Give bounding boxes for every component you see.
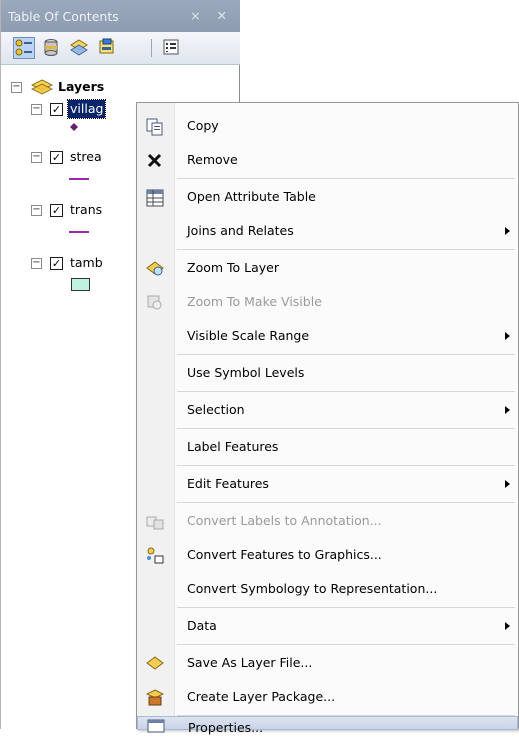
toc-title-bar: Table Of Contents ⨯ ✕ <box>1 0 240 32</box>
menu-item-edit-features[interactable]: Edit Features <box>137 467 518 501</box>
menu-item-save-as-layer-file[interactable]: Save As Layer File... <box>137 646 518 680</box>
submenu-arrow-icon <box>505 480 510 488</box>
menu-separator <box>177 502 515 503</box>
line-symbol <box>69 231 89 233</box>
menu-item-convert-symbology-to-representation[interactable]: Convert Symbology to Representation... <box>137 572 518 606</box>
list-by-drawing-order-button[interactable] <box>13 37 35 59</box>
menu-item-label: Data <box>187 618 217 633</box>
menu-separator <box>177 428 515 429</box>
submenu-arrow-icon <box>505 227 510 235</box>
copy-icon <box>146 118 163 136</box>
menu-item-label: Selection <box>187 402 245 417</box>
layers-root-label: Layers <box>58 79 105 94</box>
toc-window-buttons[interactable]: ⨯ ✕ <box>190 8 233 23</box>
polygon-symbol <box>71 278 90 291</box>
layer-label-trans[interactable]: trans <box>70 201 102 219</box>
layer-package-icon <box>145 689 165 706</box>
menu-item-label: Create Layer Package... <box>187 689 336 704</box>
layer-visibility-checkbox[interactable]: ✓ <box>50 204 63 217</box>
menu-item-create-layer-package[interactable]: Create Layer Package... <box>137 680 518 714</box>
collapse-layers-button[interactable]: − <box>11 82 22 93</box>
layers-visibility-icon <box>70 39 88 56</box>
layer-label-villag[interactable]: villag <box>66 99 107 119</box>
submenu-arrow-icon <box>505 622 510 630</box>
options-list-icon <box>163 39 179 55</box>
menu-item-copy[interactable]: Copy <box>137 109 518 143</box>
menu-separator <box>177 178 515 179</box>
zoom-to-make-visible-icon <box>147 295 162 310</box>
menu-item-joins-and-relates[interactable]: Joins and Relates <box>137 214 518 248</box>
menu-item-data[interactable]: Data <box>137 609 518 643</box>
list-by-selection-button[interactable] <box>97 37 119 59</box>
menu-item-properties[interactable]: Properties... <box>137 716 518 735</box>
menu-item-label: Save As Layer File... <box>187 655 313 670</box>
menu-item-open-attribute-table[interactable]: Open Attribute Table <box>137 180 518 214</box>
toolbar-separator <box>151 39 152 57</box>
layer-label-tamb[interactable]: tamb <box>70 254 103 272</box>
menu-item-convert-features-to-graphics[interactable]: Convert Features to Graphics... <box>137 538 518 572</box>
menu-item-selection[interactable]: Selection <box>137 393 518 427</box>
line-symbol <box>69 178 89 180</box>
menu-separator <box>177 354 515 355</box>
menu-item-label: Zoom To Layer <box>187 260 279 275</box>
menu-item-label: Properties... <box>188 720 264 735</box>
list-by-visibility-button[interactable] <box>69 37 91 59</box>
menu-item-label: Label Features <box>187 439 279 454</box>
layers-stack-icon <box>31 79 53 95</box>
layer-visibility-checkbox[interactable]: ✓ <box>50 103 63 116</box>
menu-item-label: Zoom To Make Visible <box>187 294 322 309</box>
menu-separator <box>177 465 515 466</box>
menu-item-label: Convert Symbology to Representation... <box>187 581 438 596</box>
submenu-arrow-icon <box>505 406 510 414</box>
menu-item-label: Joins and Relates <box>187 223 294 238</box>
menu-separator <box>177 607 515 608</box>
menu-item-zoom-to-layer[interactable]: Zoom To Layer <box>137 251 518 285</box>
convert-labels-icon <box>146 516 164 530</box>
menu-item-zoom-to-make-visible: Zoom To Make Visible <box>137 285 518 319</box>
zoom-to-layer-icon <box>146 261 164 276</box>
toc-toolbar <box>1 32 240 65</box>
database-icon <box>44 39 58 56</box>
list-by-drawing-order-icon <box>15 39 32 56</box>
menu-item-label: Edit Features <box>187 476 269 491</box>
list-by-source-button[interactable] <box>41 37 63 59</box>
collapse-layer-button[interactable]: − <box>31 104 42 115</box>
collapse-layer-button[interactable]: − <box>31 152 42 163</box>
menu-separator <box>177 644 515 645</box>
collapse-layer-button[interactable]: − <box>31 205 42 216</box>
menu-item-use-symbol-levels[interactable]: Use Symbol Levels <box>137 356 518 390</box>
menu-item-label-features[interactable]: Label Features <box>137 430 518 464</box>
convert-graphics-icon <box>147 547 164 564</box>
tree-root-layers[interactable]: − Layers <box>1 78 240 96</box>
layer-visibility-checkbox[interactable]: ✓ <box>50 151 63 164</box>
menu-item-label: Convert Labels to Annotation... <box>187 513 382 528</box>
menu-item-label: Convert Features to Graphics... <box>187 547 382 562</box>
layer-file-icon <box>146 656 164 670</box>
menu-item-label: Use Symbol Levels <box>187 365 305 380</box>
menu-item-convert-labels-to-annotation: Convert Labels to Annotation... <box>137 504 518 538</box>
collapse-layer-button[interactable]: − <box>31 258 42 269</box>
layer-visibility-checkbox[interactable]: ✓ <box>50 257 63 270</box>
menu-item-label: Copy <box>187 118 219 133</box>
menu-item-visible-scale-range[interactable]: Visible Scale Range <box>137 319 518 353</box>
point-symbol-icon <box>70 123 78 131</box>
attribute-table-icon <box>146 189 164 207</box>
menu-separator <box>177 391 515 392</box>
submenu-arrow-icon <box>505 332 510 340</box>
menu-item-label: Visible Scale Range <box>187 328 310 343</box>
selection-icon <box>99 38 114 54</box>
menu-item-label: Open Attribute Table <box>187 189 316 204</box>
remove-icon <box>147 153 162 168</box>
toc-title: Table Of Contents <box>8 9 119 24</box>
layer-label-strea[interactable]: strea <box>70 148 102 166</box>
toc-options-button[interactable] <box>161 37 183 59</box>
menu-separator <box>177 249 515 250</box>
properties-icon <box>147 719 165 733</box>
menu-item-label: Remove <box>187 152 238 167</box>
menu-item-remove[interactable]: Remove <box>137 143 518 177</box>
layer-context-menu: Copy Remove Open Attribute Table Joins a… <box>136 102 519 735</box>
